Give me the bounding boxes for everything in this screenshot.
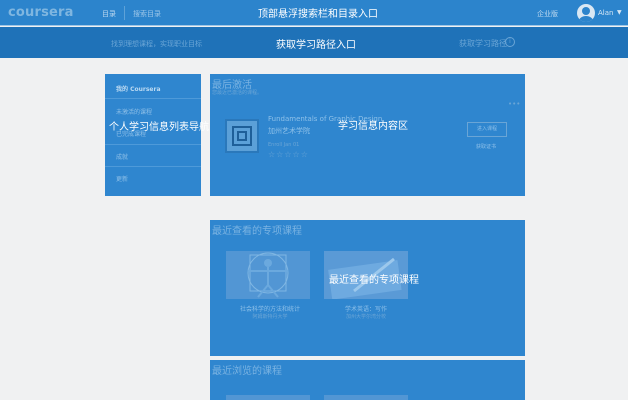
sidebar-item-accomplishments[interactable]: 成就: [116, 152, 128, 161]
info-icon[interactable]: i: [505, 37, 515, 47]
annotation-top-bar: 顶部悬浮搜索栏和目录入口: [258, 9, 378, 20]
user-name[interactable]: Alan: [598, 9, 613, 17]
top-header-bar: coursera 目录 搜索目录 顶部悬浮搜索栏和目录入口 企业版 Alan ▼: [0, 0, 628, 26]
specializations-title: 最近查看的专项课程: [212, 226, 302, 237]
specialization-card[interactable]: [226, 251, 310, 299]
thumb-frame-inner: [237, 131, 247, 141]
enterprise-link[interactable]: 企业版: [537, 9, 558, 19]
vitruvian-image: [247, 252, 289, 298]
specialization-school: 加州大学尔湾分校: [345, 314, 386, 320]
avatar[interactable]: [577, 4, 595, 22]
path-prompt: 找到理想课程，实现职业目标: [111, 40, 202, 48]
divider: [105, 144, 201, 145]
learning-path-bar: 找到理想课程，实现职业目标 获取学习路径入口 获取学习路径 i: [0, 27, 628, 58]
divider: [105, 166, 201, 167]
rating-stars[interactable]: ☆☆☆☆☆: [268, 150, 309, 159]
get-learning-path-link[interactable]: 获取学习路径: [459, 38, 507, 49]
specializations-panel: 最近查看的专项课程 社会科学的方法和统计 阿姆斯特丹大学 学术英语：写作 加州大…: [210, 220, 525, 356]
annotation-sidebar: 个人学习信息列表导航: [109, 122, 209, 133]
more-icon[interactable]: •••: [508, 100, 520, 108]
coursera-logo[interactable]: coursera: [8, 5, 74, 20]
annotation-path-bar: 获取学习路径入口: [276, 40, 356, 51]
recent-activity-panel: 最后激活 您最近已激活的课程。 ••• Fundamentals of Grap…: [210, 74, 525, 196]
sidebar-nav: 我的 Coursera 未激活的课程 已完成课程 成就 更新 个人学习信息列表导…: [105, 74, 209, 196]
annotation-specializations: 最近查看的专项课程: [329, 275, 419, 286]
course-school: 加州艺术学院: [268, 127, 310, 135]
sidebar-item-my-coursera[interactable]: 我的 Coursera: [116, 84, 161, 93]
catalog-link[interactable]: 目录: [102, 9, 116, 19]
recent-activity-subtitle: 您最近已激活的课程。: [212, 90, 263, 96]
course-enroll-date: Enroll Jan 01: [268, 142, 300, 148]
course-card[interactable]: [226, 395, 310, 400]
divider: [105, 98, 201, 99]
enter-course-button[interactable]: 进入课程: [467, 122, 507, 137]
specialization-title[interactable]: 学术英语：写作: [306, 304, 426, 313]
course-card[interactable]: [324, 395, 408, 400]
course-thumbnail[interactable]: [225, 119, 259, 153]
page: coursera 目录 搜索目录 顶部悬浮搜索栏和目录入口 企业版 Alan ▼…: [0, 0, 628, 400]
sidebar-item-inactive-courses[interactable]: 未激活的课程: [116, 107, 152, 116]
recent-courses-panel: 最近浏览的课程: [210, 360, 525, 400]
search-input[interactable]: 搜索目录: [124, 6, 274, 20]
get-certificate-link[interactable]: 获取证书: [476, 143, 496, 150]
search-placeholder: 搜索目录: [133, 10, 161, 18]
chevron-down-icon[interactable]: ▼: [617, 9, 622, 16]
sidebar-item-updates[interactable]: 更新: [116, 174, 128, 183]
recent-courses-title: 最近浏览的课程: [212, 366, 282, 377]
annotation-content-area: 学习信息内容区: [338, 121, 408, 132]
